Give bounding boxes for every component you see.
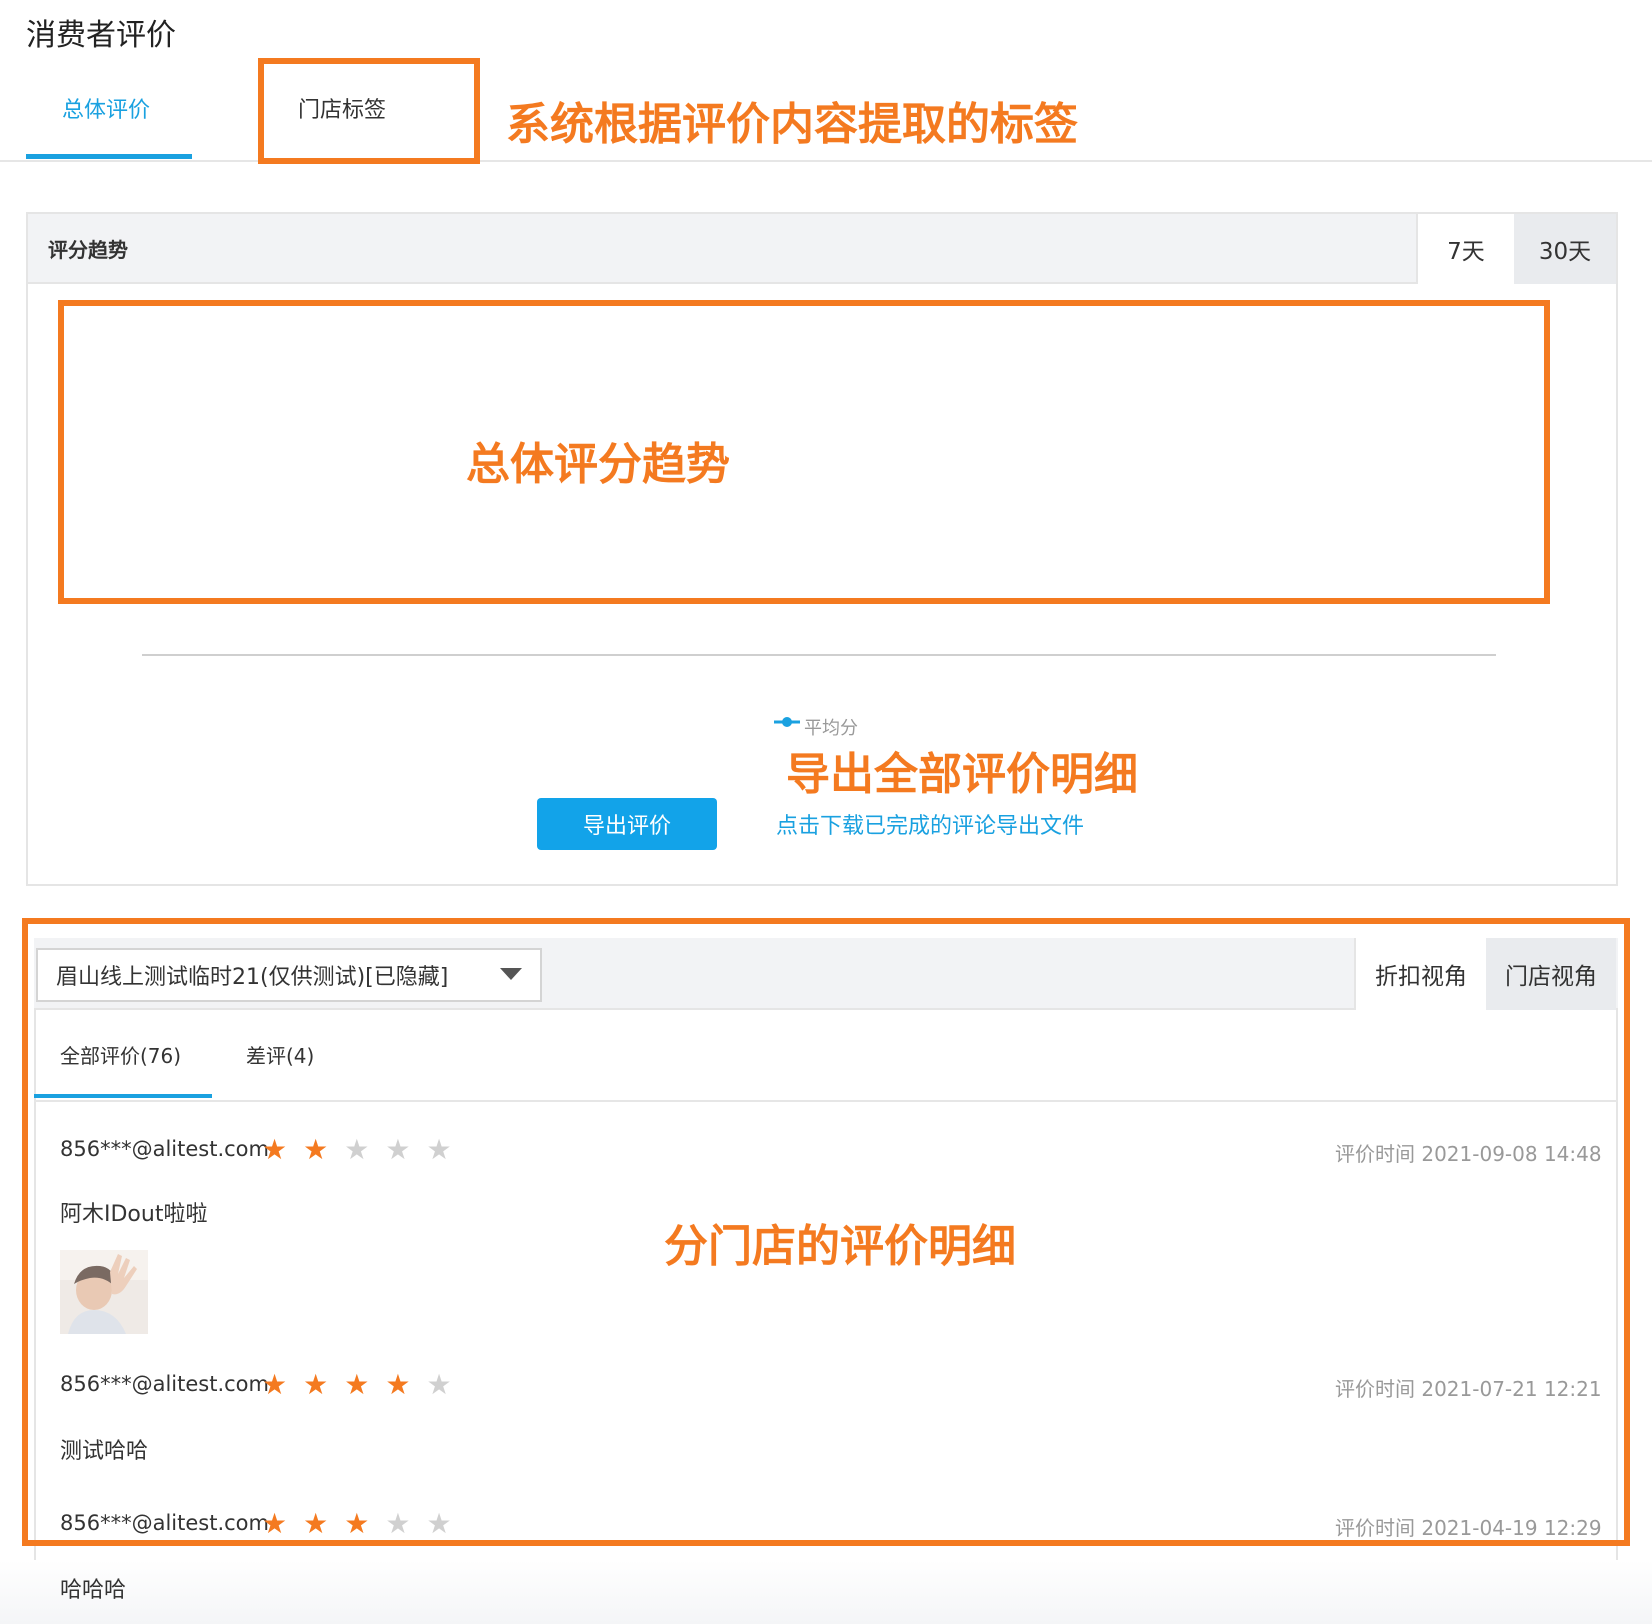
annotation-trend-note: 总体评分趋势 (466, 439, 730, 490)
export-reviews-button[interactable]: 导出评价 (537, 798, 717, 850)
chart-axis-line (142, 654, 1496, 656)
page-title: 消费者评价 (26, 18, 176, 53)
annotation-export-note: 导出全部评价明细 (786, 749, 1138, 800)
download-export-link[interactable]: 点击下载已完成的评论导出文件 (776, 808, 1084, 840)
score-trend-title: 评分趋势 (48, 238, 128, 262)
range-30-days-button[interactable]: 30天 (1514, 214, 1616, 284)
active-tab-indicator (26, 154, 192, 159)
annotation-box-trend (58, 300, 1550, 604)
annotation-box-store-tags (258, 58, 480, 164)
annotation-tags-note: 系统根据评价内容提取的标签 (506, 99, 1078, 150)
tab-overall-rating[interactable]: 总体评价 (62, 92, 150, 124)
score-trend-header (28, 214, 1416, 284)
tabs-divider (0, 160, 1652, 162)
review-text: 哈哈哈 (60, 1578, 127, 1603)
line-dot-legend-icon (774, 717, 800, 727)
legend-average-score[interactable]: 平均分 (804, 714, 858, 740)
annotation-detail-note: 分门店的评价明细 (664, 1221, 1016, 1272)
bottom-fade (0, 1560, 1652, 1624)
range-7-days-button[interactable]: 7天 (1416, 214, 1514, 284)
